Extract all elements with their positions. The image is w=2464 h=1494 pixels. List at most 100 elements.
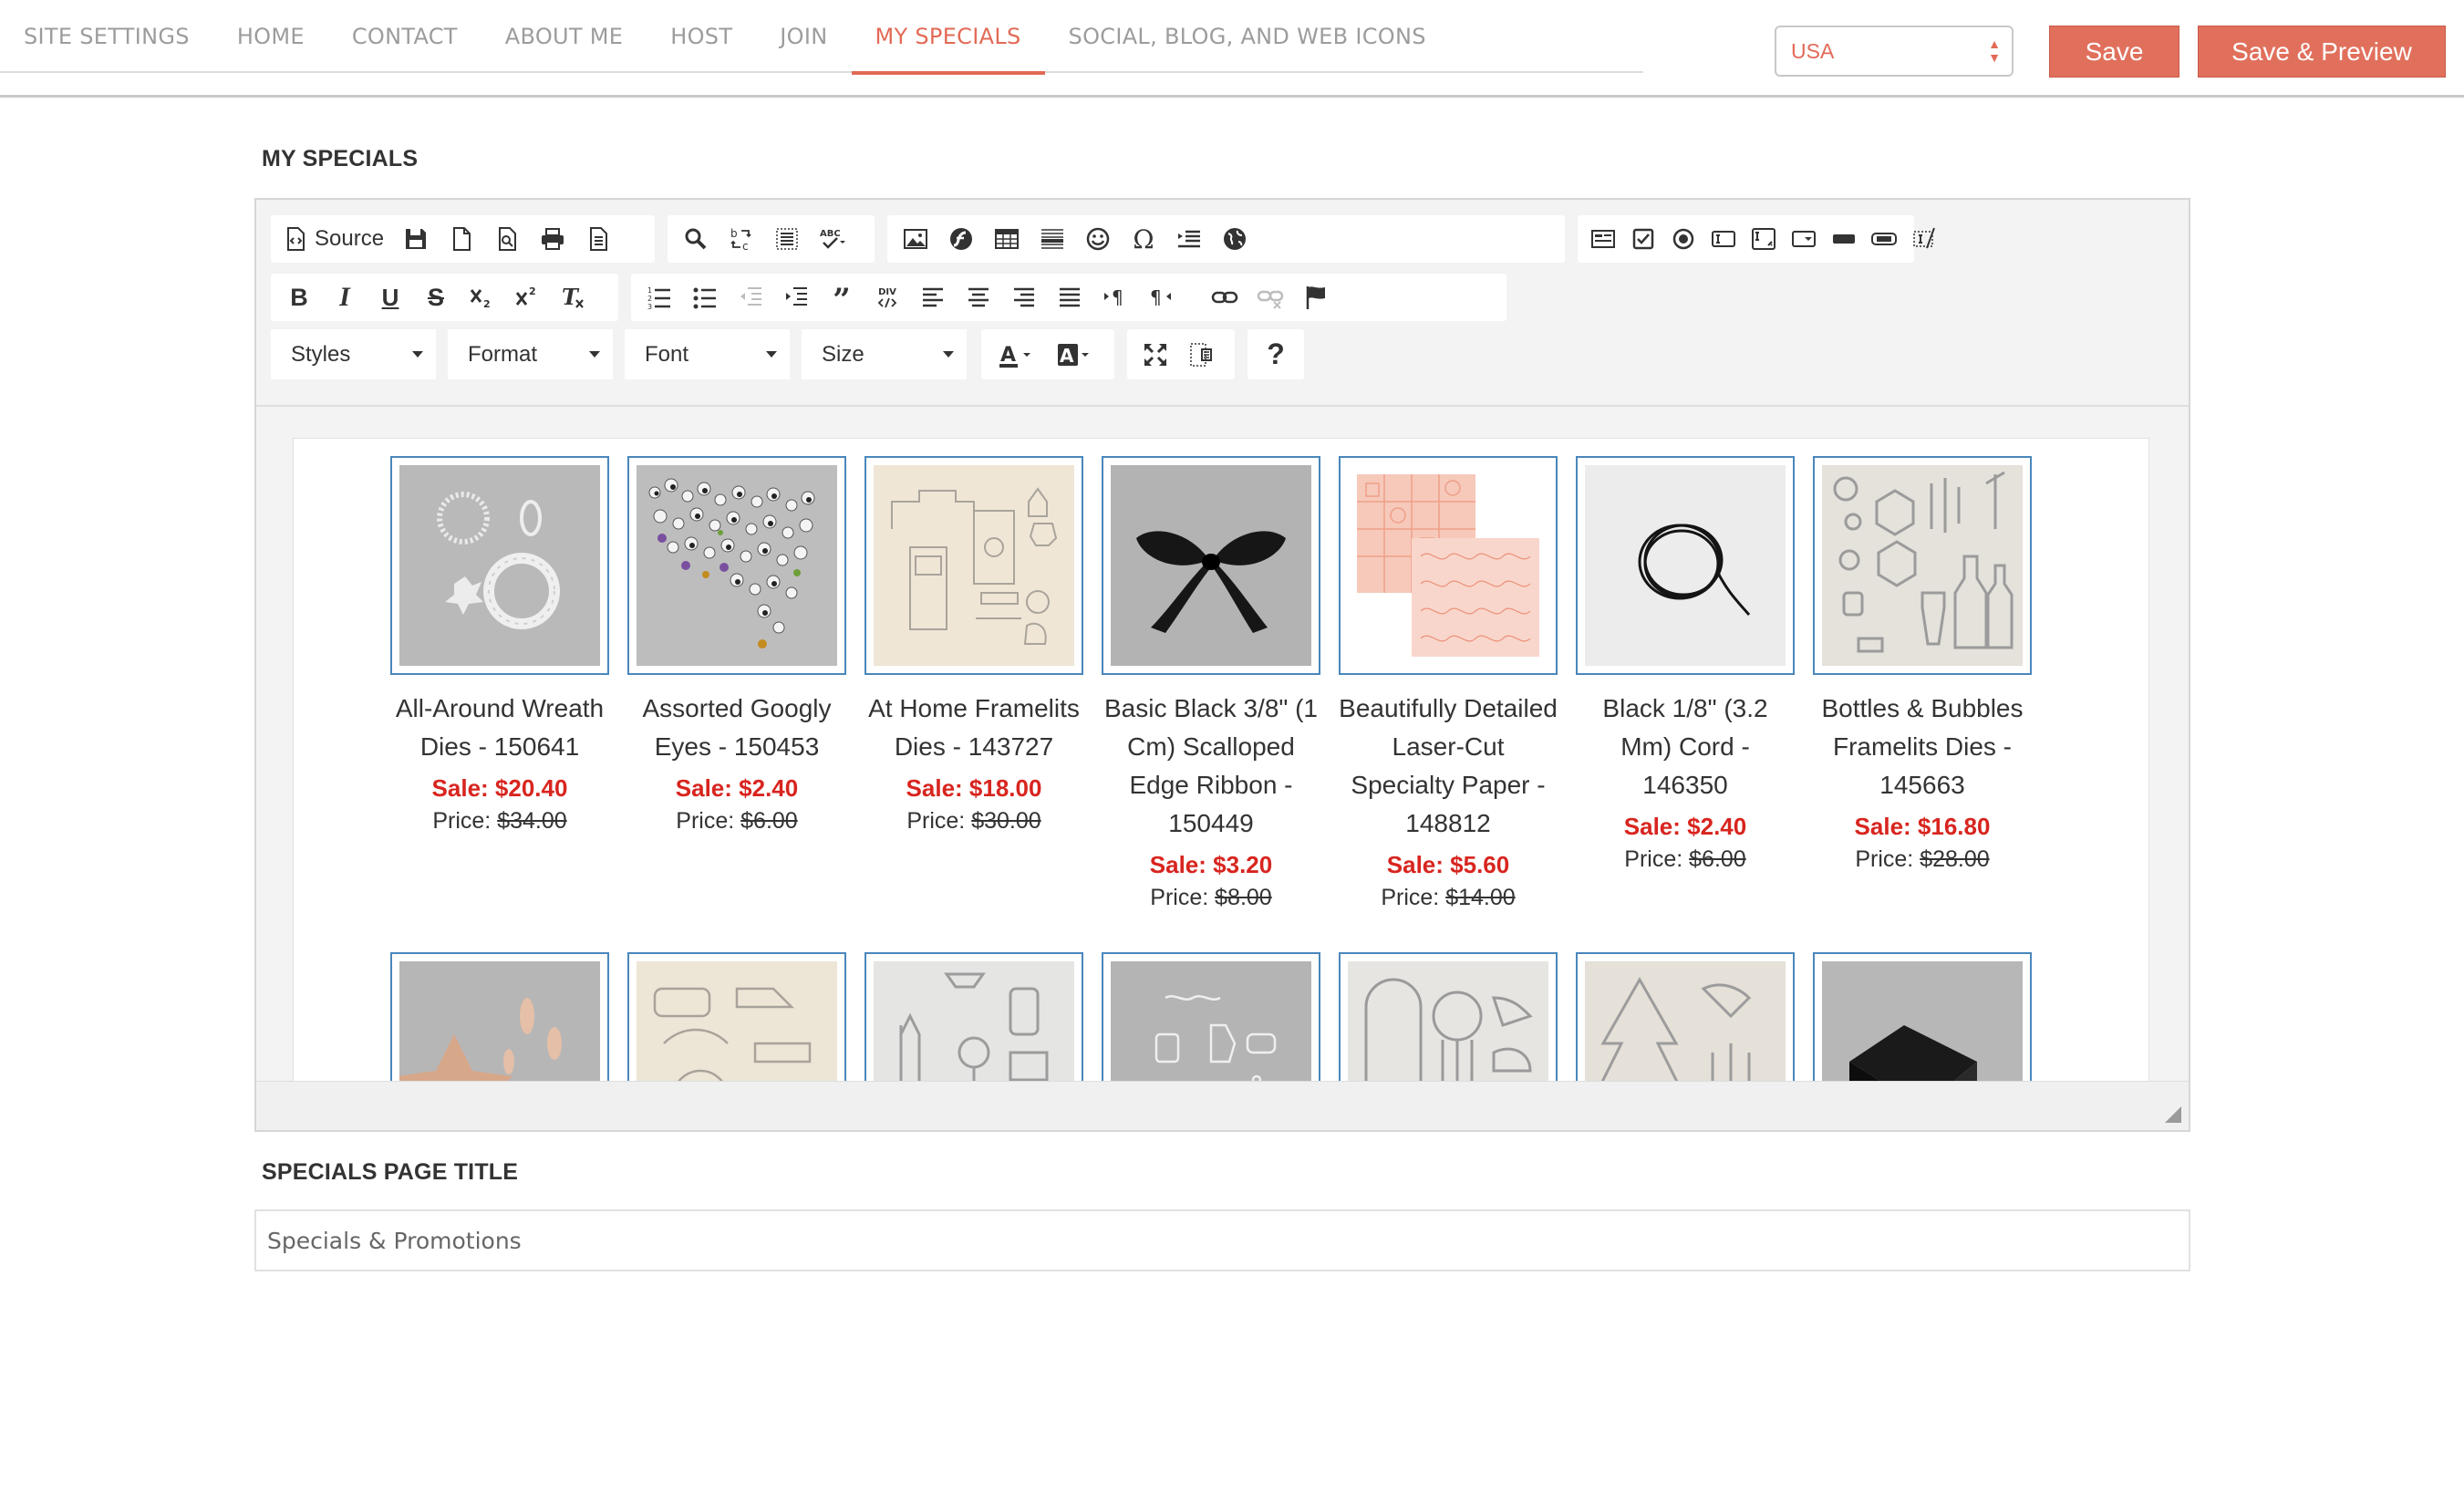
anchor-button[interactable] — [1293, 277, 1339, 317]
image-button-field-button[interactable] — [1864, 219, 1904, 259]
product-card[interactable] — [864, 952, 1083, 1081]
flash-button[interactable] — [938, 219, 984, 259]
find-button[interactable] — [673, 219, 719, 259]
text-color-button[interactable]: A — [987, 335, 1045, 375]
product-card[interactable]: Beautifully Detailed Laser-Cut Specialty… — [1339, 456, 1558, 916]
product-thumbnail[interactable] — [627, 952, 846, 1081]
product-card[interactable]: Black 1/8" (3.2 Mm) Cord - 146350 Sale: … — [1576, 456, 1795, 877]
product-thumbnail[interactable] — [627, 456, 846, 675]
blockquote-button[interactable]: ” — [819, 277, 864, 317]
page-break-button[interactable] — [1166, 219, 1212, 259]
tab-home[interactable]: HOME — [213, 0, 328, 73]
spellcheck-button[interactable]: ABC — [810, 219, 855, 259]
align-left-button[interactable] — [910, 277, 956, 317]
select-field-button[interactable] — [1784, 219, 1824, 259]
editor-content[interactable]: All-Around Wreath Dies - 150641 Sale: $2… — [293, 438, 2149, 1081]
align-center-button[interactable] — [956, 277, 1001, 317]
product-card[interactable] — [627, 952, 846, 1081]
product-thumbnail[interactable] — [1102, 952, 1320, 1081]
product-card[interactable]: Bottles & Bubbles Framelits Dies - 14566… — [1813, 456, 2032, 877]
indent-button[interactable] — [773, 277, 819, 317]
size-combo[interactable]: Size — [802, 329, 967, 379]
print-button[interactable] — [530, 219, 575, 259]
smiley-button[interactable] — [1075, 219, 1121, 259]
product-thumbnail[interactable] — [1339, 952, 1558, 1081]
product-thumbnail[interactable] — [1576, 952, 1795, 1081]
justify-button[interactable] — [1047, 277, 1092, 317]
outdent-button[interactable] — [728, 277, 773, 317]
product-card[interactable] — [1102, 952, 1320, 1081]
product-card[interactable]: Assorted Googly Eyes - 150453 Sale: $2.4… — [627, 456, 846, 839]
textfield-button[interactable] — [1703, 219, 1744, 259]
product-thumbnail[interactable] — [1576, 456, 1795, 675]
product-card[interactable] — [1813, 952, 2032, 1081]
form-button-button[interactable] — [1824, 219, 1864, 259]
italic-button[interactable]: I — [322, 277, 368, 317]
subscript-button[interactable]: 2 — [459, 277, 504, 317]
image-button[interactable] — [893, 219, 938, 259]
strike-button[interactable]: S — [413, 277, 459, 317]
textarea-button[interactable] — [1744, 219, 1784, 259]
source-button[interactable]: Source — [276, 219, 393, 259]
link-button[interactable] — [1202, 277, 1248, 317]
font-combo[interactable]: Font — [625, 329, 790, 379]
tab-about-me[interactable]: ABOUT ME — [481, 0, 647, 73]
product-thumbnail[interactable] — [390, 952, 609, 1081]
text-direction-rtl-button[interactable]: ¶ — [1138, 277, 1184, 317]
underline-button[interactable]: U — [368, 277, 413, 317]
bold-button[interactable]: B — [276, 277, 322, 317]
product-card[interactable] — [390, 952, 609, 1081]
product-thumbnail[interactable] — [1339, 456, 1558, 675]
product-card[interactable]: All-Around Wreath Dies - 150641 Sale: $2… — [390, 456, 609, 839]
product-thumbnail[interactable] — [864, 456, 1083, 675]
text-direction-ltr-button[interactable]: ¶ — [1092, 277, 1138, 317]
tab-my-specials[interactable]: MY SPECIALS — [851, 0, 1045, 75]
tab-contact[interactable]: CONTACT — [328, 0, 481, 73]
replace-button[interactable]: bc — [719, 219, 764, 259]
unlink-button[interactable] — [1248, 277, 1293, 317]
radio-button[interactable] — [1663, 219, 1703, 259]
tab-social-blog-web-icons[interactable]: SOCIAL, BLOG, AND WEB ICONS — [1045, 0, 1450, 73]
hidden-field-button[interactable] — [1904, 219, 1944, 259]
product-card[interactable] — [1576, 952, 1795, 1081]
remove-format-button[interactable]: T — [550, 277, 595, 317]
iframe-button[interactable] — [1212, 219, 1258, 259]
save-and-preview-button[interactable]: Save & Preview — [2198, 26, 2446, 78]
product-thumbnail[interactable] — [864, 952, 1083, 1081]
form-button[interactable] — [1583, 219, 1623, 259]
checkbox-button[interactable] — [1623, 219, 1663, 259]
help-button[interactable]: ? — [1253, 335, 1299, 375]
country-select[interactable]: USA ▲ ▼ — [1775, 26, 2014, 77]
save-doc-button[interactable] — [393, 219, 439, 259]
select-all-button[interactable] — [764, 219, 810, 259]
save-button[interactable]: Save — [2049, 26, 2179, 78]
product-thumbnail[interactable] — [1102, 456, 1320, 675]
templates-button[interactable] — [575, 219, 621, 259]
resize-handle-icon[interactable] — [2165, 1106, 2181, 1123]
specials-page-title-input[interactable] — [254, 1209, 2190, 1271]
product-card[interactable]: Basic Black 3/8" (1 Cm) Scalloped Edge R… — [1102, 456, 1320, 916]
table-button[interactable] — [984, 219, 1030, 259]
tab-join[interactable]: JOIN — [756, 0, 851, 73]
styles-combo[interactable]: Styles — [271, 329, 436, 379]
format-combo[interactable]: Format — [448, 329, 613, 379]
horizontal-rule-button[interactable] — [1030, 219, 1075, 259]
numbered-list-button[interactable]: 123 — [637, 277, 682, 317]
superscript-button[interactable]: 2 — [504, 277, 550, 317]
background-color-button[interactable]: A — [1045, 335, 1103, 375]
preview-button[interactable] — [484, 219, 530, 259]
maximize-button[interactable] — [1133, 335, 1178, 375]
product-thumbnail[interactable] — [390, 456, 609, 675]
tab-host[interactable]: HOST — [647, 0, 756, 73]
product-thumbnail[interactable] — [1813, 952, 2032, 1081]
tab-site-settings[interactable]: SITE SETTINGS — [0, 0, 213, 73]
align-right-button[interactable] — [1001, 277, 1047, 317]
product-thumbnail[interactable] — [1813, 456, 2032, 675]
product-card[interactable] — [1339, 952, 1558, 1081]
special-char-button[interactable]: Ω — [1121, 219, 1166, 259]
div-container-button[interactable]: DIV — [864, 277, 910, 317]
product-card[interactable]: At Home Framelits Dies - 143727 Sale: $1… — [864, 456, 1083, 839]
bulleted-list-button[interactable] — [682, 277, 728, 317]
new-page-button[interactable] — [439, 219, 484, 259]
show-blocks-button[interactable] — [1178, 335, 1224, 375]
